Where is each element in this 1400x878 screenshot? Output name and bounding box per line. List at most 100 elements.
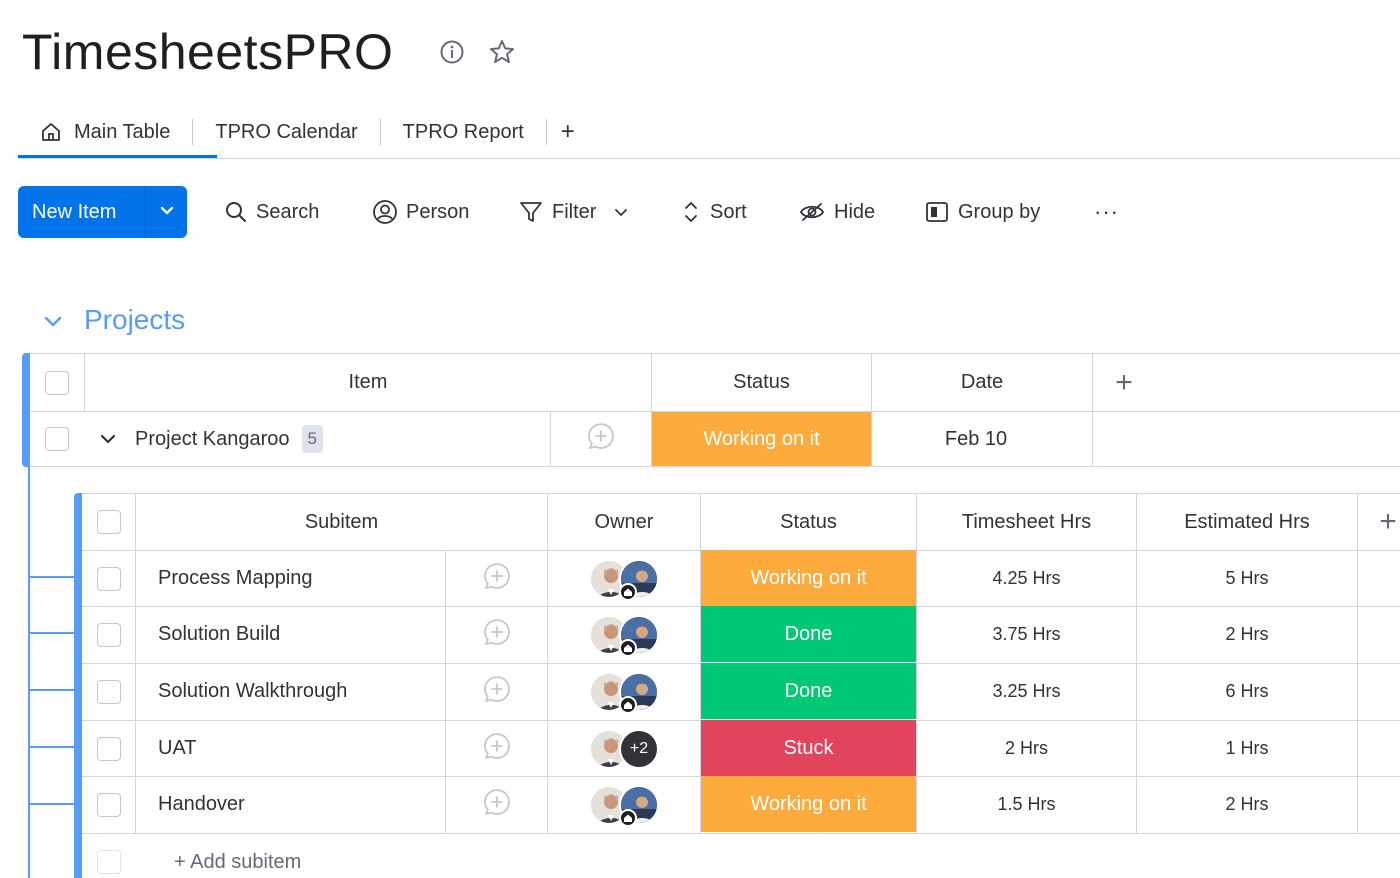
add-update-button[interactable] [551,412,651,466]
subitem-status-cell[interactable]: Done [701,606,916,662]
column-header-subitem-status[interactable]: Status [701,494,916,550]
subitem-count-badge[interactable]: 5 [302,425,323,453]
column-header-timesheet-hrs[interactable]: Timesheet Hrs [917,494,1136,550]
add-update-button[interactable] [446,664,547,719]
group-by-button[interactable]: Group by [924,190,1040,234]
subitem-checkbox[interactable] [97,793,121,817]
date-cell[interactable]: Feb 10 [872,412,1092,466]
subitem-tree-branch [28,803,74,805]
subitem-name[interactable]: Solution Build [136,607,445,662]
tab-label: TPRO Calendar [215,121,357,144]
info-icon[interactable] [438,38,466,66]
add-update-icon [482,731,512,767]
estimated-hrs-cell[interactable]: 2 Hrs [1137,607,1357,662]
subitem-status-cell[interactable]: Done [701,663,916,719]
owner-cell[interactable] [548,607,700,662]
subitem-checkbox-cell[interactable] [82,551,135,606]
row-checkbox[interactable] [45,427,69,451]
group-icon [924,199,950,225]
subitem-checkbox-cell[interactable] [82,664,135,719]
column-header-owner[interactable]: Owner [548,494,700,550]
add-view-button[interactable]: + [547,108,589,156]
hide-button[interactable]: Hide [798,190,875,234]
timesheet-hrs-cell[interactable]: 2 Hrs [917,721,1136,776]
subitem-status-cell[interactable]: Stuck [701,720,916,776]
add-update-button[interactable] [446,607,547,662]
column-header-subitem[interactable]: Subitem [136,494,547,550]
subitem-checkbox-cell[interactable] [82,777,135,832]
add-subitem-checkbox-cell [82,834,135,878]
chevron-down-icon[interactable] [97,428,119,450]
subitem-status-cell[interactable]: Working on it [701,550,916,606]
person-filter-button[interactable]: Person [372,190,469,234]
column-header-item[interactable]: Item [85,354,651,411]
status-cell[interactable]: Working on it [652,412,871,466]
tab-label: TPRO Report [403,121,524,144]
sort-label: Sort [710,201,747,224]
search-button[interactable]: Search [224,190,319,234]
group-collapse-chevron[interactable] [40,308,66,339]
new-item-button[interactable]: New Item [18,186,187,238]
subitems-select-all-checkbox[interactable] [97,510,121,534]
add-update-icon [482,561,512,597]
add-subitem-column-button[interactable]: + [1358,494,1400,550]
add-update-button[interactable] [446,551,547,606]
star-icon[interactable] [488,38,516,66]
add-update-button[interactable] [446,777,547,832]
owner-cell[interactable] [548,664,700,719]
tabs-divider [18,158,1400,159]
add-subitem-button[interactable]: + Add subitem [174,834,301,878]
sort-button[interactable]: Sort [680,190,747,234]
add-column-button[interactable]: + [1093,354,1155,411]
more-options-button[interactable]: ··· [1094,190,1119,234]
timesheet-hrs-cell[interactable]: 3.25 Hrs [917,664,1136,719]
subitem-name[interactable]: Handover [136,777,445,832]
home-icon [619,809,637,827]
add-update-button[interactable] [446,721,547,776]
board-title: TimesheetsPRO [22,22,393,82]
home-icon [40,121,62,143]
filter-label: Filter [552,201,596,224]
select-all-checkbox-cell[interactable] [30,354,84,411]
more-owners-badge[interactable]: +2 [619,729,659,769]
subitems-select-all-cell[interactable] [82,494,135,550]
subitem-checkbox[interactable] [97,567,121,591]
subitem-name[interactable]: UAT [136,721,445,776]
owner-cell[interactable] [548,551,700,606]
subitem-tree-branch [28,689,74,691]
column-header-status[interactable]: Status [652,354,871,411]
subitem-name[interactable]: Solution Walkthrough [136,664,445,719]
subitem-status-cell[interactable]: Working on it [701,776,916,832]
estimated-hrs-cell[interactable]: 5 Hrs [1137,551,1357,606]
filter-button[interactable]: Filter [518,190,630,234]
tab-tpro-report[interactable]: TPRO Report [381,108,546,156]
timesheet-hrs-cell[interactable]: 4.25 Hrs [917,551,1136,606]
item-cell[interactable]: Project Kangaroo 5 [85,412,550,466]
column-header-date[interactable]: Date [872,354,1092,411]
subitem-checkbox-cell[interactable] [82,607,135,662]
select-all-checkbox[interactable] [45,371,69,395]
column-header-estimated-hrs[interactable]: Estimated Hrs [1137,494,1357,550]
new-item-label[interactable]: New Item [18,186,145,238]
tab-tpro-calendar[interactable]: TPRO Calendar [193,108,379,156]
estimated-hrs-cell[interactable]: 6 Hrs [1137,664,1357,719]
subitem-checkbox[interactable] [97,680,121,704]
row-checkbox-cell[interactable] [30,412,84,466]
subitem-checkbox[interactable] [97,737,121,761]
owner-cell[interactable]: +2 [548,721,700,776]
estimated-hrs-cell[interactable]: 1 Hrs [1137,721,1357,776]
subitem-checkbox-cell[interactable] [82,721,135,776]
new-item-dropdown[interactable] [145,186,187,238]
subitem-name[interactable]: Process Mapping [136,551,445,606]
subitem-checkbox[interactable] [97,623,121,647]
timesheet-hrs-cell[interactable]: 3.75 Hrs [917,607,1136,662]
tab-main-table[interactable]: Main Table [18,108,192,156]
owner-cell[interactable] [548,777,700,832]
hide-label: Hide [834,201,875,224]
person-label: Person [406,201,469,224]
timesheet-hrs-cell[interactable]: 1.5 Hrs [917,777,1136,832]
chevron-down-icon[interactable] [612,203,630,221]
item-name[interactable]: Project Kangaroo [135,428,290,451]
estimated-hrs-cell[interactable]: 2 Hrs [1137,777,1357,832]
group-title[interactable]: Projects [84,302,185,338]
